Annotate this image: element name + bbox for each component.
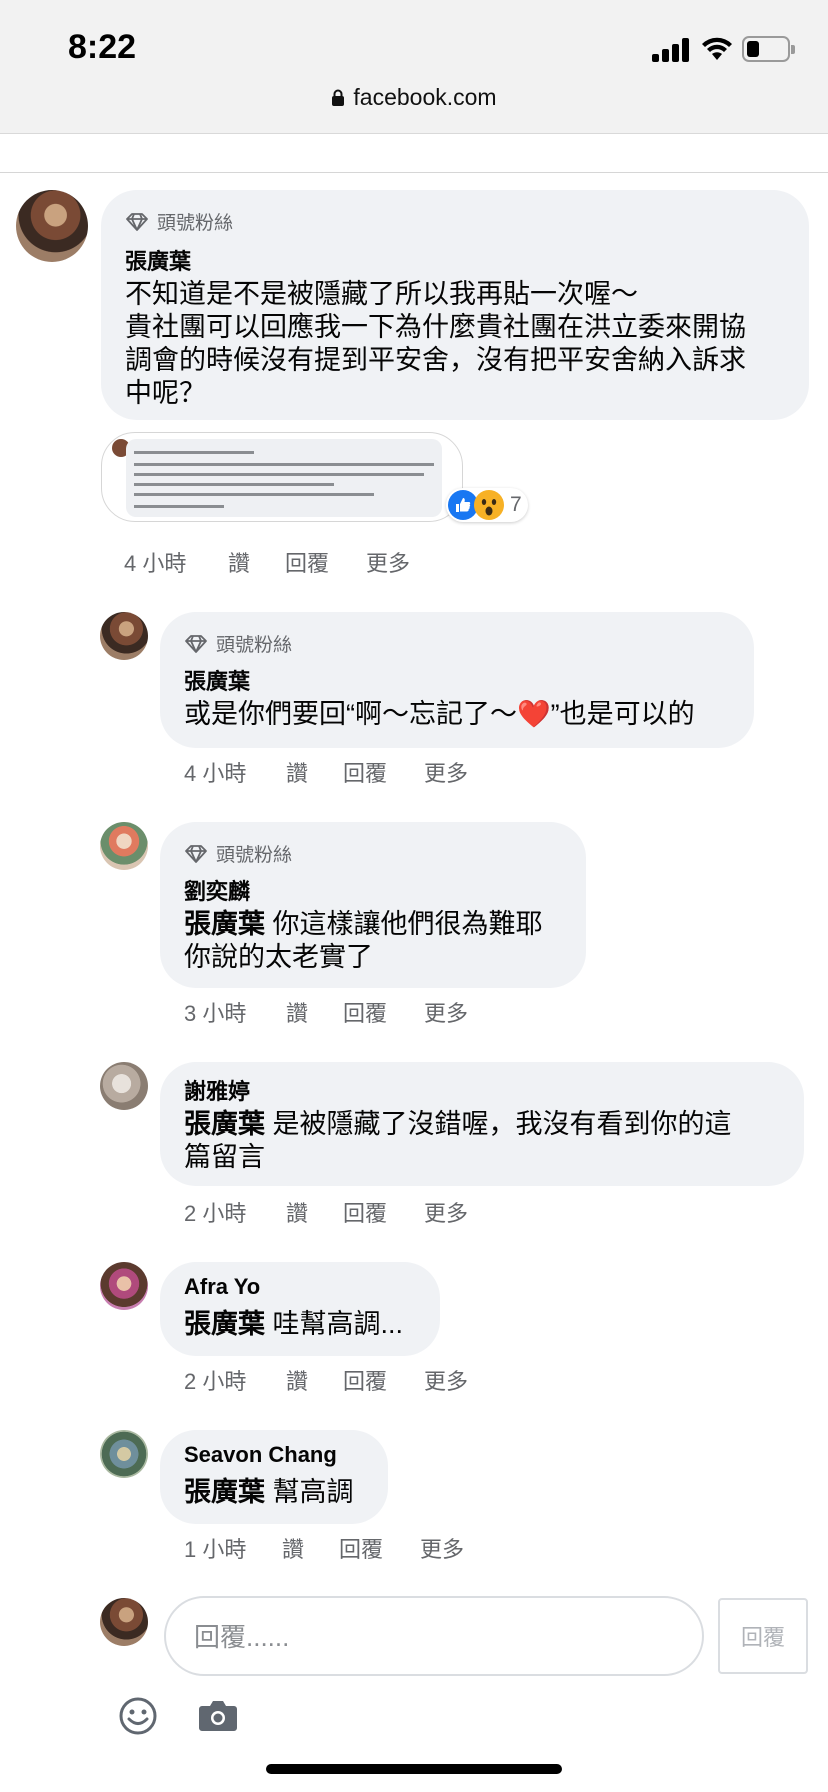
comment-time[interactable]: 1 小時 (184, 1532, 282, 1564)
comment-time[interactable]: 2 小時 (184, 1364, 286, 1396)
attached-screenshot-image[interactable] (101, 432, 463, 522)
like-button[interactable]: 讚 (286, 1196, 343, 1228)
comment-actions: 1 小時 讚 回覆 更多 (184, 1532, 464, 1564)
comment-text-line: 篇留言 (184, 1142, 265, 1172)
comment-bubble: Seavon Chang 張廣葉 幫高調 (160, 1430, 388, 1524)
reply-composer (164, 1596, 704, 1676)
comment-bubble: Afra Yo 張廣葉 哇幫高調... (160, 1262, 440, 1356)
comment-time[interactable]: 3 小時 (184, 996, 286, 1028)
more-button[interactable]: 更多 (420, 1532, 464, 1564)
reply-button[interactable]: 回覆 (285, 546, 366, 578)
like-button[interactable]: 讚 (282, 1532, 339, 1564)
comment-text: 或是你們要回“啊～忘記了～❤️”也是可以的 (184, 699, 695, 729)
comment-actions: 3 小時 讚 回覆 更多 (184, 996, 468, 1028)
comment-text-line: 你說的太老實了 (184, 942, 373, 972)
top-fan-badge: 頭號粉絲 (184, 840, 292, 867)
more-button[interactable]: 更多 (424, 1196, 468, 1228)
reply-button[interactable]: 回覆 (339, 1532, 420, 1564)
more-button[interactable]: 更多 (366, 546, 410, 578)
comment-author[interactable]: Afra Yo (184, 1274, 260, 1300)
camera-icon[interactable] (198, 1698, 238, 1732)
comment-text: 張廣葉 你這樣讓他們很為難耶 你說的太老實了 (184, 908, 584, 974)
comment-author[interactable]: 謝雅婷 (184, 1074, 250, 1106)
like-button[interactable]: 讚 (286, 756, 343, 788)
comment-text-line: 調會的時候沒有提到平安舍，沒有把平安舍納入訴求 (125, 345, 746, 375)
reaction-count: 7 (510, 493, 522, 516)
comment-text-line: 幫高調 (272, 1477, 354, 1507)
comment-text-line: 你這樣讓他們很為難耶 (272, 909, 543, 939)
like-button[interactable]: 讚 (286, 996, 343, 1028)
reply-submit-button[interactable]: 回覆 (718, 1598, 808, 1674)
wow-reaction-icon (474, 490, 504, 520)
comment-text-line: 是被隱藏了沒錯喔，我沒有看到你的這 (272, 1109, 732, 1139)
browser-top-bar: 8:22 facebook.com (0, 0, 828, 134)
avatar[interactable] (100, 1062, 148, 1110)
mention-link[interactable]: 張廣葉 (184, 909, 265, 939)
battery-icon (742, 36, 795, 62)
comment-actions: 4 小時 讚 回覆 更多 (124, 546, 410, 578)
comment-text-line: 貴社團可以回應我一下為什麼貴社團在洪立委來開協 (125, 312, 746, 342)
top-fan-badge: 頭號粉絲 (125, 208, 233, 235)
diamond-icon (185, 634, 207, 653)
url-text: facebook.com (353, 84, 497, 110)
mention-link[interactable]: 張廣葉 (184, 1109, 265, 1139)
reply-button[interactable]: 回覆 (343, 1196, 424, 1228)
more-button[interactable]: 更多 (424, 996, 468, 1028)
comment-bubble: 謝雅婷 張廣葉 是被隱藏了沒錯喔，我沒有看到你的這 篇留言 (160, 1062, 804, 1186)
comment-author[interactable]: Seavon Chang (184, 1442, 337, 1468)
badge-label: 頭號粉絲 (216, 845, 293, 866)
avatar[interactable] (100, 822, 148, 870)
comment-author[interactable]: 張廣葉 (184, 664, 250, 696)
signal-icon (652, 38, 690, 62)
reply-button[interactable]: 回覆 (343, 1364, 424, 1396)
current-user-avatar (100, 1598, 148, 1646)
comment-text: 張廣葉 幫高調 (184, 1476, 384, 1509)
comment-text-line: 哇幫高調... (272, 1309, 404, 1339)
url-bar[interactable]: facebook.com (0, 84, 828, 111)
comment-author[interactable]: 劉奕麟 (184, 874, 250, 906)
wifi-icon (702, 37, 732, 60)
badge-label: 頭號粉絲 (216, 635, 293, 656)
home-indicator (266, 1764, 562, 1774)
more-button[interactable]: 更多 (424, 1364, 468, 1396)
avatar[interactable] (100, 1262, 148, 1310)
mention-link[interactable]: 張廣葉 (184, 1477, 265, 1507)
like-button[interactable]: 讚 (286, 1364, 343, 1396)
comment-actions: 2 小時 讚 回覆 更多 (184, 1196, 468, 1228)
comment-author[interactable]: 張廣葉 (125, 244, 191, 276)
reply-button[interactable]: 回覆 (343, 756, 424, 788)
diamond-icon (126, 212, 148, 231)
avatar[interactable] (16, 190, 88, 262)
avatar[interactable] (100, 612, 148, 660)
diamond-icon (185, 844, 207, 863)
reply-button[interactable]: 回覆 (343, 996, 424, 1028)
comment-text-line: 不知道是不是被隱藏了所以我再貼一次喔～ (125, 279, 638, 309)
comment-text-line: 中呢？ (125, 378, 206, 408)
mention-link[interactable]: 張廣葉 (184, 1309, 265, 1339)
more-button[interactable]: 更多 (424, 756, 468, 788)
comment-bubble: 頭號粉絲 劉奕麟 張廣葉 你這樣讓他們很為難耶 你說的太老實了 (160, 822, 586, 988)
comment-bubble: 頭號粉絲 張廣葉 不知道是不是被隱藏了所以我再貼一次喔～ 貴社團可以回應我一下為… (101, 190, 809, 420)
comment-actions: 4 小時 讚 回覆 更多 (184, 756, 468, 788)
top-fan-badge: 頭號粉絲 (184, 630, 292, 657)
comment-text: 張廣葉 是被隱藏了沒錯喔，我沒有看到你的這 篇留言 (184, 1108, 794, 1174)
comment-text: 張廣葉 哇幫高調... (184, 1308, 434, 1341)
comment-time[interactable]: 2 小時 (184, 1196, 286, 1228)
reply-input[interactable] (194, 1618, 674, 1656)
badge-label: 頭號粉絲 (157, 213, 234, 234)
status-time: 8:22 (68, 28, 137, 66)
avatar[interactable] (100, 1430, 148, 1478)
lock-icon (332, 89, 345, 106)
comment-text: 不知道是不是被隱藏了所以我再貼一次喔～ 貴社團可以回應我一下為什麼貴社團在洪立委… (125, 278, 805, 410)
comment-bubble: 頭號粉絲 張廣葉 或是你們要回“啊～忘記了～❤️”也是可以的 (160, 612, 754, 748)
emoji-icon[interactable] (118, 1696, 158, 1736)
comment-actions: 2 小時 讚 回覆 更多 (184, 1364, 468, 1396)
comment-time[interactable]: 4 小時 (184, 756, 286, 788)
reaction-summary[interactable]: 7 (446, 488, 528, 522)
comment-time[interactable]: 4 小時 (124, 546, 228, 578)
like-button[interactable]: 讚 (228, 546, 285, 578)
divider (0, 172, 828, 173)
